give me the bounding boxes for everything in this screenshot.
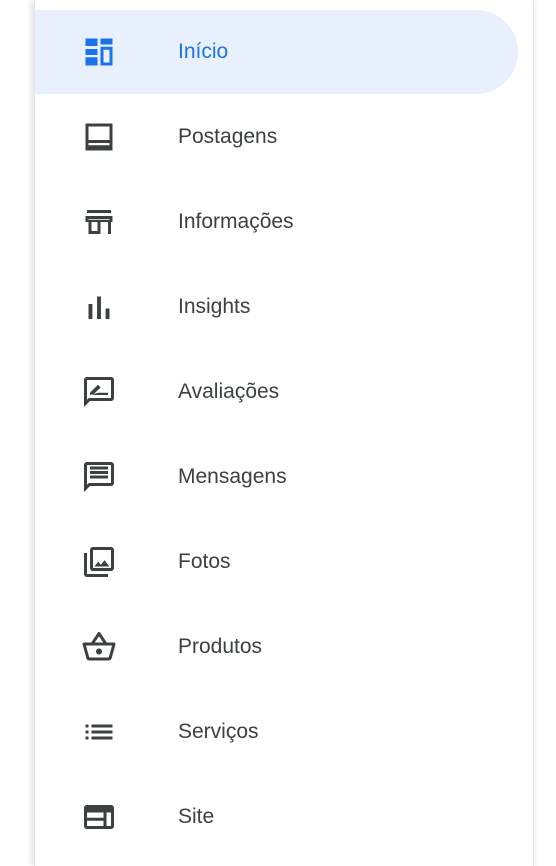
sidebar-item-servicos[interactable]: Serviços xyxy=(35,690,518,774)
rate-review-icon xyxy=(81,374,117,410)
sidebar-item-label: Fotos xyxy=(178,550,231,573)
store-icon xyxy=(81,204,117,240)
sidebar-item-label: Postagens xyxy=(178,125,278,148)
sidebar-item-label: Serviços xyxy=(178,720,259,743)
sidebar-item-postagens[interactable]: Postagens xyxy=(35,95,518,179)
photo-library-icon xyxy=(81,544,117,580)
message-icon xyxy=(81,459,117,495)
bar-chart-icon xyxy=(81,289,117,325)
sidebar-item-label: Mensagens xyxy=(178,465,287,488)
web-icon xyxy=(81,799,117,835)
sidebar-item-avaliacoes[interactable]: Avaliações xyxy=(35,350,518,434)
sidebar-item-inicio[interactable]: Início xyxy=(35,10,518,94)
posts-icon xyxy=(81,119,117,155)
sidebar-item-label: Site xyxy=(178,805,215,828)
dashboard-icon xyxy=(81,34,117,70)
sidebar-item-label: Produtos xyxy=(178,635,263,658)
list-icon xyxy=(81,714,117,750)
sidebar-item-label: Informações xyxy=(178,210,294,233)
sidebar-item-label: Avaliações xyxy=(178,380,280,403)
sidebar-nav: Início Postagens Informações Insights Av… xyxy=(34,0,534,866)
sidebar-item-insights[interactable]: Insights xyxy=(35,265,518,349)
sidebar-item-label: Início xyxy=(178,40,229,63)
sidebar-item-site[interactable]: Site xyxy=(35,775,518,859)
shopping-basket-icon xyxy=(81,629,117,665)
sidebar-item-informacoes[interactable]: Informações xyxy=(35,180,518,264)
sidebar-item-label: Insights xyxy=(178,295,251,318)
sidebar-item-fotos[interactable]: Fotos xyxy=(35,520,518,604)
sidebar-item-produtos[interactable]: Produtos xyxy=(35,605,518,689)
sidebar-item-mensagens[interactable]: Mensagens xyxy=(35,435,518,519)
